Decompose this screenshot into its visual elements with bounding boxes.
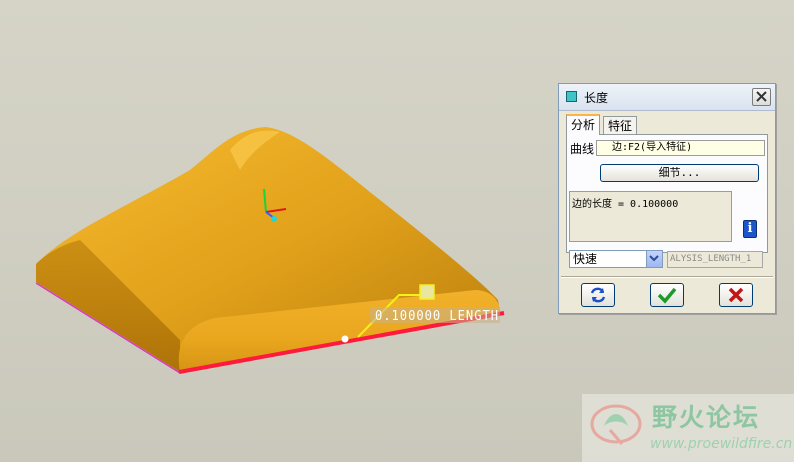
divider — [561, 276, 773, 278]
close-button[interactable] — [752, 88, 771, 106]
dialog-title: 长度 — [584, 91, 609, 105]
solid-model — [36, 127, 501, 372]
length-result: 边的长度 = 0.100000 — [572, 199, 679, 210]
ok-button[interactable] — [650, 283, 684, 307]
watermark-url: www.proewildfire.cn — [650, 436, 793, 452]
watermark-title: 野火论坛 — [652, 403, 761, 432]
analysis-panel: 曲线 边:F2(导入特征) 细节... 边的长度 = 0.100000 i — [566, 134, 768, 253]
watermark-logo-icon — [590, 404, 642, 445]
close-icon — [756, 91, 767, 102]
info-icon[interactable]: i — [743, 220, 757, 238]
check-icon — [657, 287, 677, 304]
feature-name-field: ALYSIS_LENGTH_1 — [667, 251, 763, 268]
mode-select[interactable]: 快速 — [569, 250, 663, 268]
repeat-button[interactable] — [581, 283, 615, 307]
dialog-app-icon — [566, 91, 577, 102]
length-dialog: 长度 分析 特征 曲线 边:F2(导入特征) 细节... 边的长度 = 0.10… — [558, 83, 776, 314]
mode-value: 快速 — [573, 252, 598, 266]
x-icon — [728, 287, 744, 303]
chevron-down-icon[interactable] — [646, 251, 662, 267]
dimension-text: 0.100000 LENGTH — [375, 309, 499, 324]
tab-feature[interactable]: 特征 — [603, 116, 638, 135]
details-button[interactable]: 细节... — [600, 164, 759, 182]
curve-field[interactable]: 边:F2(导入特征) — [596, 140, 765, 156]
repeat-icon — [590, 287, 606, 303]
tab-analysis[interactable]: 分析 — [566, 114, 601, 135]
dialog-titlebar[interactable]: 长度 — [559, 84, 775, 111]
cancel-button[interactable] — [719, 283, 753, 307]
result-box: 边的长度 = 0.100000 — [569, 191, 732, 242]
watermark: 野火论坛 www.proewildfire.cn — [582, 394, 794, 462]
curve-label: 曲线 — [570, 142, 595, 156]
